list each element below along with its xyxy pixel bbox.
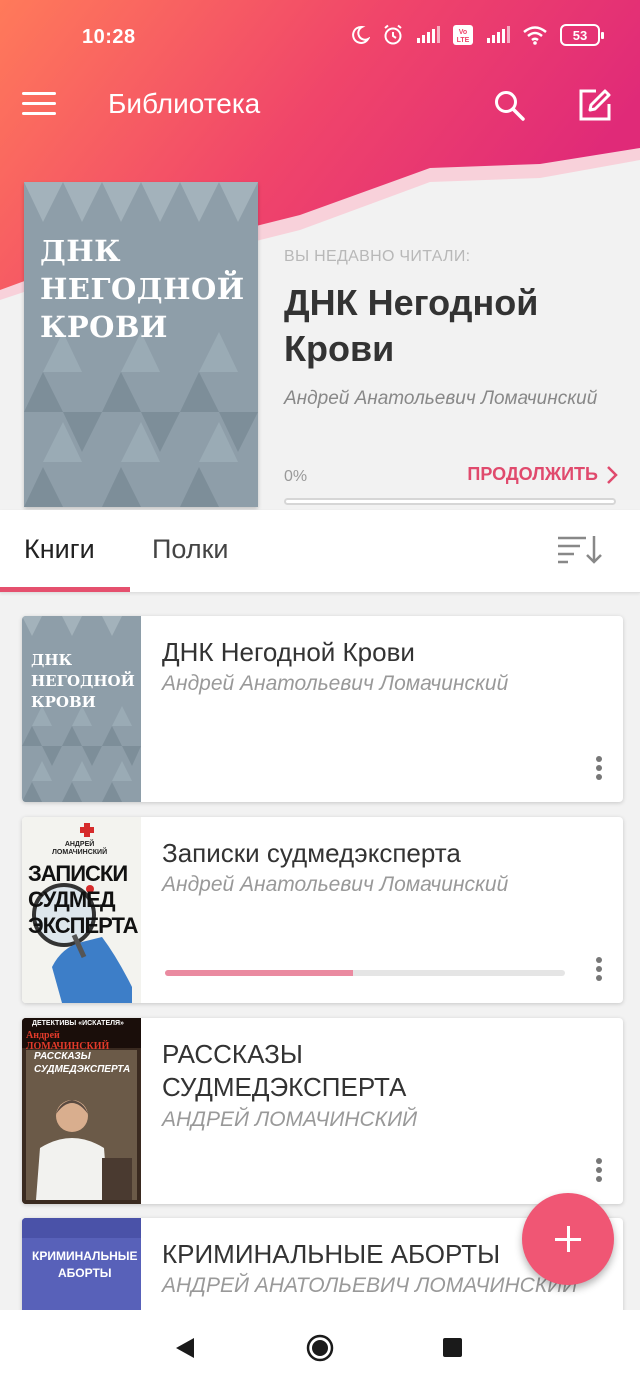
- book-card[interactable]: АНДРЕЙ ЛОМАЧИНСКИЙ ЗАПИСКИ СУДМЕД ЭКСПЕР…: [22, 817, 623, 1003]
- wifi-icon: [523, 26, 547, 45]
- toolbar: Библиотека: [0, 76, 640, 136]
- book-cover-title: РАССКАЗЫ СУДМЕДЭКСПЕРТА: [34, 1051, 131, 1075]
- svg-text:LTE: LTE: [457, 37, 470, 44]
- signal-icon-2: [487, 26, 510, 43]
- signal-icon: [417, 26, 440, 43]
- recent-book-title: ДНК Негодной Крови: [284, 282, 539, 369]
- edit-icon[interactable]: [576, 86, 614, 124]
- book-progress-fill: [165, 970, 353, 976]
- menu-icon[interactable]: [22, 92, 56, 120]
- book-author: Андрей Анатольевич Ломачинский: [162, 873, 509, 896]
- recent-label: ВЫ НЕДАВНО ЧИТАЛИ:: [284, 248, 471, 265]
- app-title: Библиотека: [108, 88, 261, 119]
- book-cover-title: ДНК НЕГОДНОЙ КРОВИ: [31, 651, 135, 711]
- home-icon[interactable]: [306, 1334, 334, 1362]
- book-author: Андрей Анатольевич Ломачинский: [162, 672, 509, 695]
- book-cover-series: ДЕТЕКТИВЫ «ИСКАТЕЛЯ»: [32, 1020, 124, 1027]
- book-cover-title: ЗАПИСКИ СУДМЕД ЭКСПЕРТА: [28, 861, 138, 938]
- recent-cover-title: ДНК НЕГОДНОЙ КРОВИ: [40, 234, 245, 344]
- more-options-icon[interactable]: [593, 957, 605, 985]
- tab-bar: Книги Полки: [0, 510, 640, 593]
- status-bar: 10:28 Vo LTE 53: [0, 0, 640, 76]
- book-card[interactable]: ДНК НЕГОДНОЙ КРОВИ ДНК Негодной Крови Ан…: [22, 616, 623, 802]
- recent-book-cover[interactable]: ДНК НЕГОДНОЙ КРОВИ: [24, 182, 258, 507]
- add-book-button[interactable]: [522, 1193, 614, 1285]
- book-cover: ДНК НЕГОДНОЙ КРОВИ: [22, 616, 141, 802]
- book-title: ДНК Негодной Крови: [162, 637, 415, 667]
- system-navigation-bar: [0, 1310, 640, 1387]
- book-cover: КРИМИНАЛЬНЫЕ АБОРТЫ: [22, 1218, 141, 1310]
- active-tab-indicator: [0, 587, 130, 592]
- book-progress-bar: [165, 970, 565, 976]
- more-options-icon[interactable]: [593, 1158, 605, 1186]
- status-time: 10:28: [82, 26, 136, 48]
- book-cover: АНДРЕЙ ЛОМАЧИНСКИЙ ЗАПИСКИ СУДМЕД ЭКСПЕР…: [22, 817, 141, 1003]
- volte-icon: VoLTE: [453, 25, 473, 45]
- tab-shelves[interactable]: Полки: [152, 534, 228, 565]
- book-author: АНДРЕЙ АНАТОЛЬЕВИЧ ЛОМАЧИНСКИЙ: [162, 1274, 578, 1297]
- tab-books[interactable]: Книги: [24, 534, 95, 565]
- book-title: Записки судмедэксперта: [162, 838, 461, 868]
- recent-book-section: ДНК НЕГОДНОЙ КРОВИ ВЫ НЕДАВНО ЧИТАЛИ: ДН…: [0, 180, 640, 510]
- continue-button[interactable]: ПРОДОЛЖИТЬ: [467, 464, 618, 485]
- recent-apps-icon[interactable]: [443, 1338, 462, 1357]
- more-options-icon[interactable]: [593, 756, 605, 784]
- moon-icon: [352, 25, 370, 44]
- back-icon[interactable]: [175, 1337, 195, 1359]
- book-cover-author: Андрей ЛОМАЧИНСКИЙ: [26, 1030, 110, 1052]
- battery-icon: 53: [560, 24, 604, 46]
- book-cover-author: АНДРЕЙ ЛОМАЧИНСКИЙ: [52, 841, 108, 856]
- recent-progress-bar: [284, 498, 616, 505]
- recent-progress-percent: 0%: [284, 468, 308, 485]
- book-title: КРИМИНАЛЬНЫЕ АБОРТЫ: [162, 1239, 501, 1269]
- continue-label: ПРОДОЛЖИТЬ: [467, 464, 598, 484]
- sort-icon[interactable]: [556, 532, 606, 566]
- alarm-icon: [384, 24, 402, 45]
- book-title: РАССКАЗЫ СУДМЕДЭКСПЕРТА: [162, 1039, 407, 1102]
- chevron-right-icon: [607, 465, 618, 484]
- book-cover-title: КРИМИНАЛЬНЫЕ АБОРТЫ: [32, 1249, 138, 1280]
- book-cover: ДЕТЕКТИВЫ «ИСКАТЕЛЯ» Андрей ЛОМАЧИНСКИЙ …: [22, 1018, 141, 1204]
- book-author: АНДРЕЙ ЛОМАЧИНСКИЙ: [162, 1108, 418, 1131]
- search-icon[interactable]: [492, 88, 528, 124]
- status-icons: Vo LTE 53: [350, 24, 604, 46]
- book-card[interactable]: ДЕТЕКТИВЫ «ИСКАТЕЛЯ» Андрей ЛОМАЧИНСКИЙ …: [22, 1018, 623, 1204]
- svg-text:Vo: Vo: [459, 29, 467, 36]
- recent-book-author: Андрей Анатольевич Ломачинский: [284, 388, 598, 409]
